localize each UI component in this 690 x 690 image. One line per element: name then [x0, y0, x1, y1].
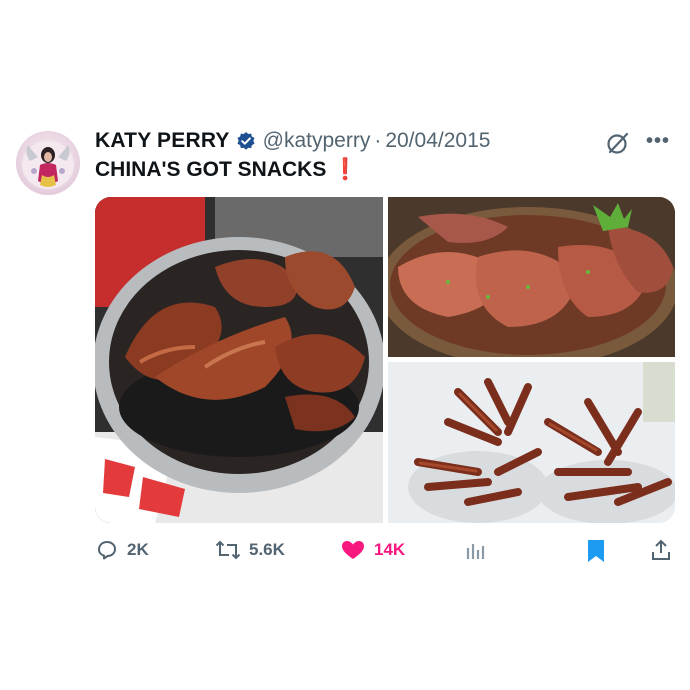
retweet-icon [215, 540, 241, 560]
tweet-text: CHINA'S GOT SNACKS ❗ [95, 158, 358, 182]
media-grid [95, 197, 675, 523]
tweet-date[interactable]: 20/04/2015 [385, 129, 490, 153]
photo-chicken-feet[interactable] [388, 362, 675, 523]
views-button[interactable] [465, 538, 495, 562]
author-handle[interactable]: @katyperry [263, 129, 371, 153]
tweet-header: KATY PERRY @katyperry · 20/04/2015 [95, 128, 490, 154]
like-count: 14K [374, 540, 406, 559]
photo-pig-trotters[interactable] [95, 197, 383, 523]
photo-braised-slices[interactable] [388, 197, 675, 357]
reply-count: 2K [127, 540, 149, 559]
bookmark-icon [588, 540, 604, 562]
retweet-button[interactable]: 5.6K [215, 538, 285, 562]
action-bar: 2K 5.6K 14K [0, 538, 690, 564]
share-button[interactable] [650, 538, 680, 562]
exclamation-emoji: ❗ [332, 158, 359, 181]
like-button[interactable]: 14K [340, 538, 405, 562]
bookmark-button[interactable] [585, 538, 615, 564]
reply-button[interactable]: 2K [95, 538, 149, 562]
like-icon [342, 541, 364, 559]
author-name[interactable]: KATY PERRY [95, 129, 230, 153]
avatar[interactable] [16, 131, 80, 195]
verified-badge-icon [236, 131, 256, 151]
views-icon [466, 544, 485, 559]
separator-dot: · [374, 129, 382, 152]
grok-icon[interactable] [605, 130, 631, 156]
retweet-count: 5.6K [249, 540, 285, 559]
tweet-body: CHINA'S GOT SNACKS [95, 158, 327, 181]
more-icon[interactable]: ••• [646, 130, 670, 153]
share-icon [652, 539, 670, 560]
reply-icon [98, 541, 116, 560]
